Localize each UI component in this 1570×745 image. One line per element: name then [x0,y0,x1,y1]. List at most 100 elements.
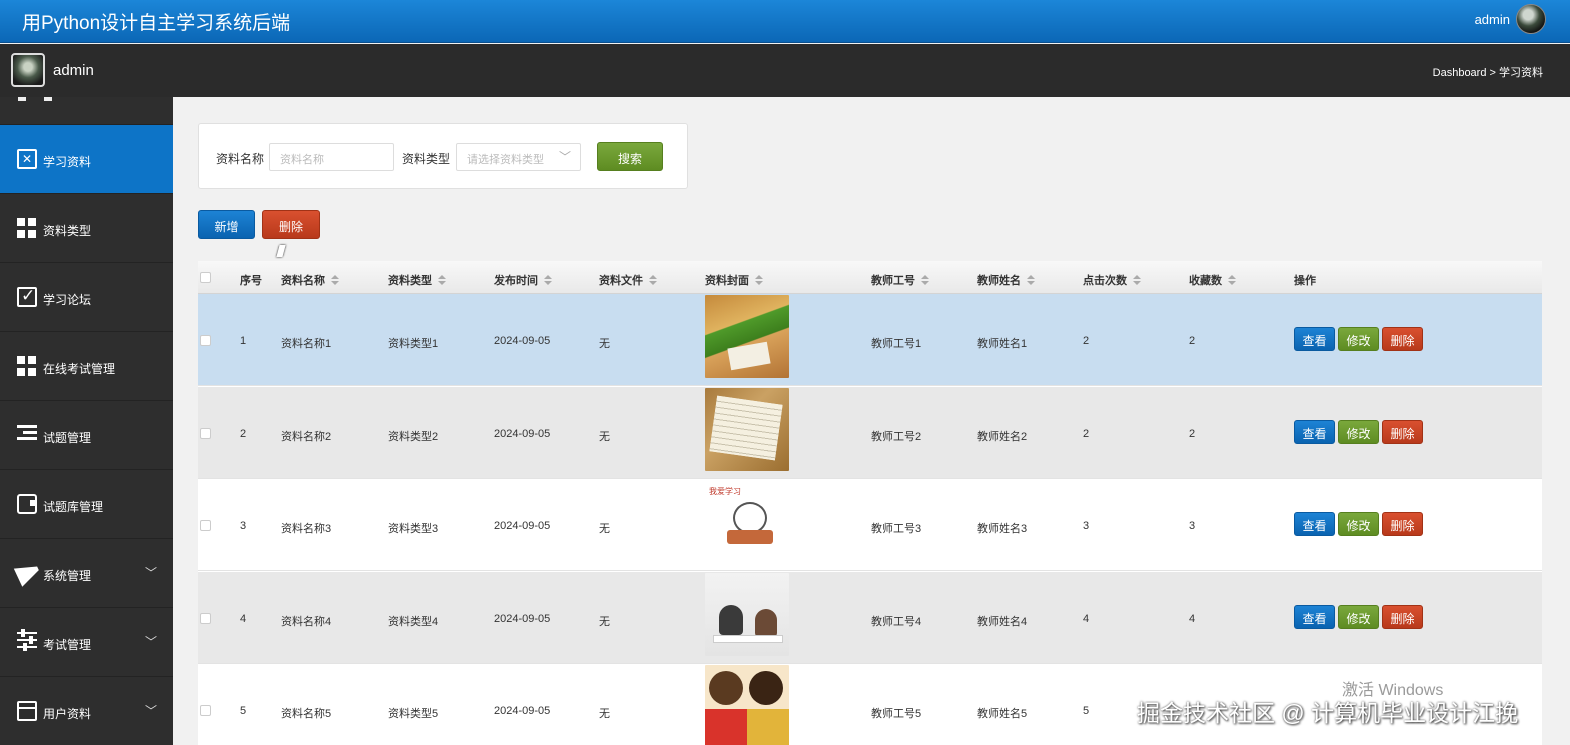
table-row[interactable]: 4 资料名称4 资料类型4 2024-09-05 无 教师工号4 教师姓名4 4… [198,572,1542,664]
cell-teacher-name: 教师姓名5 [977,708,1028,720]
sort-icon [331,275,339,286]
column-header: 操作 [1294,275,1316,287]
cell-file: 无 [599,616,610,628]
sliders-icon [17,629,37,652]
row-checkbox[interactable] [200,520,211,531]
edit-button[interactable]: 修改 [1338,420,1379,444]
edit-button[interactable]: 修改 [1338,327,1379,351]
cover-image [705,388,789,471]
sort-icon [1133,275,1141,286]
sidebar-item-exam-management[interactable]: 考试管理 ﹀ [0,608,173,677]
cell-no: 5 [240,705,247,717]
cell-clicks: 2 [1083,335,1090,347]
view-button[interactable]: 查看 [1294,420,1335,444]
name-filter-input[interactable]: 资料名称 [269,143,394,171]
mouse-cursor [276,245,286,257]
select-all-checkbox[interactable] [200,272,211,283]
checkbox-icon [17,286,37,307]
batch-delete-button[interactable]: 删除 [262,210,320,239]
sidebar-item-material-types[interactable]: 资料类型 [0,194,173,263]
cell-clicks: 4 [1083,613,1090,625]
table-row[interactable]: 3 资料名称3 资料类型3 2024-09-05 无 我爱学习 教师工号3 教师… [198,479,1542,571]
cell-type: 资料类型3 [388,523,439,535]
data-table: 序号 资料名称 资料类型 发布时间 资料文件 资料封面 教师工号 教师姓名 点击… [198,261,1542,745]
header-username[interactable]: admin [1475,12,1510,27]
cell-no: 2 [240,428,247,440]
table-row[interactable]: 2 资料名称2 资料类型2 2024-09-05 无 教师工号2 教师姓名2 2… [198,387,1542,479]
cell-teacher-id: 教师工号2 [871,431,922,443]
chevron-down-icon: ﹀ [144,566,157,580]
delete-button[interactable]: 删除 [1382,327,1423,351]
breadcrumb[interactable]: Dashboard > 学习资料 [1433,64,1543,80]
sidebar-item-study-materials[interactable]: 学习资料 [0,125,173,194]
grid-icon [17,356,37,376]
delete-button[interactable]: 删除 [1382,512,1423,536]
edit-button[interactable]: 修改 [1338,605,1379,629]
view-button[interactable]: 查看 [1294,512,1335,536]
column-header-sortable[interactable]: 教师工号 [871,272,929,288]
row-checkbox[interactable] [200,428,211,439]
sidebar-item-user-profile[interactable]: 用户资料 ﹀ [0,677,173,745]
row-checkbox[interactable] [200,705,211,716]
sidebar-item-system[interactable]: 系统管理 ﹀ [0,539,173,608]
cover-image [705,573,789,656]
cell-teacher-id: 教师工号4 [871,616,922,628]
column-header-sortable[interactable]: 发布时间 [494,272,552,288]
delete-button[interactable]: 删除 [1382,420,1423,444]
column-header: 序号 [240,275,262,287]
sidebar-scrolled-item[interactable] [0,97,173,125]
cell-favorites: 3 [1189,520,1196,532]
cell-no: 1 [240,335,247,347]
type-filter-select[interactable]: 请选择资料类型 ﹀ [456,143,581,171]
edit-button[interactable]: 修改 [1338,512,1379,536]
cell-type: 资料类型5 [388,708,439,720]
cell-type: 资料类型2 [388,431,439,443]
sidebar-item-online-exam[interactable]: 在线考试管理 [0,332,173,401]
sidebar-item-label: 学习资料 [43,155,92,169]
column-header-sortable[interactable]: 资料封面 [705,272,763,288]
column-header-sortable[interactable]: 点击次数 [1083,272,1141,288]
cell-name: 资料名称4 [281,616,332,628]
sidebar-item-label: 试题库管理 [43,500,104,514]
column-header-sortable[interactable]: 资料类型 [388,272,446,288]
row-checkbox[interactable] [200,613,211,624]
column-header-sortable[interactable]: 资料名称 [281,272,339,288]
cell-teacher-name: 教师姓名4 [977,616,1028,628]
search-button[interactable]: 搜索 [597,142,663,171]
sidebar-item-question-bank[interactable]: 试题库管理 [0,470,173,539]
sidebar-item-questions[interactable]: 试题管理 [0,401,173,470]
table-header: 序号 资料名称 资料类型 发布时间 资料文件 资料封面 教师工号 教师姓名 点击… [198,261,1542,294]
cell-favorites: 4 [1189,613,1196,625]
cover-image: 我爱学习 [705,480,789,563]
column-header-sortable[interactable]: 教师姓名 [977,272,1035,288]
sort-icon [921,275,929,286]
column-header-sortable[interactable]: 收藏数 [1189,272,1236,288]
cell-name: 资料名称2 [281,431,332,443]
cell-file: 无 [599,523,610,535]
sort-icon [1228,275,1236,286]
sidebar-item-label: 试题管理 [43,431,92,445]
cell-name: 资料名称1 [281,338,332,350]
app-title: 用Python设计自主学习系统后端 [22,13,291,34]
column-header-sortable[interactable]: 资料文件 [599,272,657,288]
cell-teacher-name: 教师姓名1 [977,338,1028,350]
grid-icon [17,218,37,238]
table-row[interactable]: 1 资料名称1 资料类型1 2024-09-05 无 教师工号1 教师姓名1 2… [198,294,1542,386]
add-button[interactable]: 新增 [198,210,255,239]
view-button[interactable]: 查看 [1294,327,1335,351]
cell-clicks: 3 [1083,520,1090,532]
watermark: 掘金技术社区 @ 计算机毕业设计江挽 [1137,700,1519,726]
delete-button[interactable]: 删除 [1382,605,1423,629]
cover-image-text: 我爱学习 [709,487,741,496]
sort-icon [649,275,657,286]
view-button[interactable]: 查看 [1294,605,1335,629]
header-avatar[interactable] [1516,4,1546,34]
cell-teacher-id: 教师工号5 [871,708,922,720]
cell-teacher-name: 教师姓名2 [977,431,1028,443]
chevron-down-icon: ﹀ [144,704,157,718]
row-checkbox[interactable] [200,335,211,346]
cell-name: 资料名称5 [281,708,332,720]
cell-teacher-id: 教师工号3 [871,523,922,535]
sidebar: 学习资料 资料类型 学习论坛 在线考试管理 试题管理 试题库管理 系统管理 ﹀ … [0,97,173,745]
sidebar-item-forum[interactable]: 学习论坛 [0,263,173,332]
